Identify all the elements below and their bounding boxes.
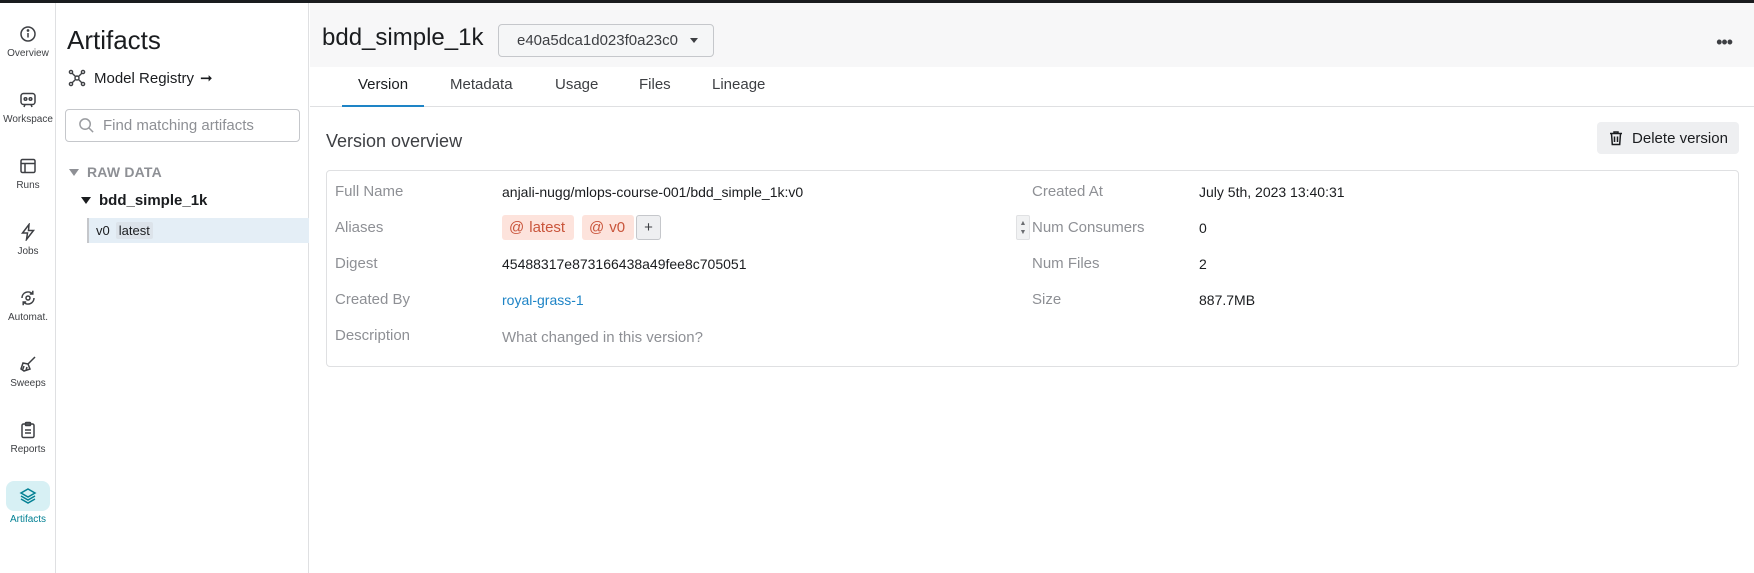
tab-lineage[interactable]: Lineage	[696, 76, 781, 107]
runs-icon	[20, 158, 36, 174]
digest-value: e40a5dca1d023f0a23c0	[517, 32, 678, 49]
rail-label: Automat.	[7, 312, 49, 323]
rail-label: Sweeps	[10, 378, 46, 389]
info-icon	[20, 26, 36, 42]
num-files-value: 2	[1199, 256, 1207, 272]
model-registry-link[interactable]: Model Registry ➞	[68, 69, 213, 87]
rail-item-overview[interactable]: Overview	[4, 11, 52, 63]
more-options-icon[interactable]: •••	[1716, 32, 1733, 53]
rail-label: Artifacts	[9, 514, 47, 525]
num-consumers-value: 0	[1199, 220, 1207, 236]
artifact-type-group[interactable]: RAW DATA	[69, 164, 162, 180]
section-title: Version overview	[326, 131, 463, 151]
size-value: 887.7MB	[1199, 292, 1256, 308]
digest-label: Digest	[335, 255, 378, 272]
version-item-v0[interactable]: v0 latest	[87, 218, 309, 243]
created-by-run-link[interactable]: royal-grass-1	[502, 292, 584, 308]
chevron-down-icon	[690, 38, 698, 43]
description-label: Description	[335, 327, 411, 344]
full-name-label: Full Name	[335, 183, 404, 200]
search-icon	[79, 118, 94, 133]
rail-item-workspace[interactable]: Workspace	[3, 77, 53, 129]
created-at-value: July 5th, 2023 13:40:31	[1199, 184, 1345, 200]
version-digest-select[interactable]: e40a5dca1d023f0a23c0	[498, 24, 714, 57]
version-overview-panel: Full Name anjali-nugg/mlops-course-001/b…	[326, 170, 1739, 367]
active-indicator	[6, 481, 50, 511]
version-name: v0	[96, 223, 110, 238]
alias-chip-v0[interactable]: @ v0	[582, 215, 635, 240]
page-title: bdd_simple_1k	[322, 24, 484, 51]
model-registry-icon	[68, 69, 86, 87]
rail-item-runs[interactable]: Runs	[4, 143, 52, 195]
workspace-icon	[20, 92, 36, 108]
tab-metadata[interactable]: Metadata	[434, 76, 529, 107]
artifact-search[interactable]	[65, 109, 300, 142]
rail-label: Runs	[16, 180, 40, 191]
tab-version[interactable]: Version	[342, 76, 425, 107]
num-files-label: Num Files	[1032, 255, 1100, 272]
rail-label: Overview	[7, 48, 49, 59]
alias-label: v0	[609, 219, 626, 236]
reports-icon	[21, 421, 35, 439]
sidebar-title: Artifacts	[67, 25, 161, 55]
at-icon: @	[589, 219, 605, 236]
resize-stepper[interactable]: ▲ ▼	[1016, 215, 1030, 240]
arrow-right-icon: ➞	[200, 70, 213, 87]
delete-version-button[interactable]: Delete version	[1597, 122, 1739, 154]
digest-value: 45488317e873166438a49fee8c705051	[502, 256, 747, 272]
aliases-label: Aliases	[335, 219, 384, 236]
delete-version-label: Delete version	[1632, 129, 1728, 147]
created-by-label: Created By	[335, 291, 411, 308]
model-registry-label: Model Registry	[94, 69, 195, 87]
up-arrow-icon: ▲	[1019, 219, 1027, 227]
group-label: RAW DATA	[87, 164, 162, 180]
search-input[interactable]	[103, 117, 288, 134]
automations-icon	[21, 290, 35, 306]
add-alias-button[interactable]: +	[636, 215, 661, 240]
caret-down-icon	[69, 168, 79, 176]
at-icon: @	[509, 219, 525, 236]
artifact-header: bdd_simple_1k e40a5dca1d023f0a23c0 •••	[310, 3, 1754, 67]
rail-label: Workspace	[3, 114, 53, 125]
caret-down-icon	[81, 197, 91, 204]
tab-usage[interactable]: Usage	[539, 76, 614, 107]
rail-item-jobs[interactable]: Jobs	[4, 209, 52, 261]
alias-label: latest	[529, 219, 566, 236]
rail-item-artifacts[interactable]: Artifacts	[4, 473, 52, 525]
tab-files[interactable]: Files	[623, 76, 687, 107]
artifact-name: bdd_simple_1k	[99, 192, 208, 209]
rail-item-sweeps[interactable]: Sweeps	[4, 341, 52, 393]
size-label: Size	[1032, 291, 1062, 308]
rail-label: Jobs	[17, 246, 39, 257]
description-field[interactable]: What changed in this version?	[502, 329, 703, 346]
jobs-icon	[20, 223, 36, 241]
artifact-tree-item[interactable]: bdd_simple_1k	[81, 192, 207, 209]
rail-label: Reports	[10, 444, 46, 455]
rail-item-reports[interactable]: Reports	[4, 407, 52, 459]
full-name-value: anjali-nugg/mlops-course-001/bdd_simple_…	[502, 184, 804, 200]
trash-icon	[1610, 131, 1623, 146]
artifacts-icon	[19, 488, 37, 504]
rail-item-automations[interactable]: Automat.	[4, 275, 52, 327]
created-at-label: Created At	[1032, 183, 1103, 200]
tab-bar: Version Metadata Usage Files Lineage	[310, 67, 1754, 107]
num-consumers-label: Num Consumers	[1032, 219, 1145, 236]
artifacts-sidebar: Artifacts Model Registry ➞ RAW DATA bdd_…	[57, 3, 309, 573]
sweeps-icon	[20, 356, 36, 372]
alias-chip-latest[interactable]: @ latest	[502, 215, 575, 240]
icon-rail: Overview Workspace Runs Jobs Automat. Sw…	[0, 3, 56, 573]
down-arrow-icon: ▼	[1019, 228, 1027, 236]
version-alias: latest	[115, 222, 153, 239]
